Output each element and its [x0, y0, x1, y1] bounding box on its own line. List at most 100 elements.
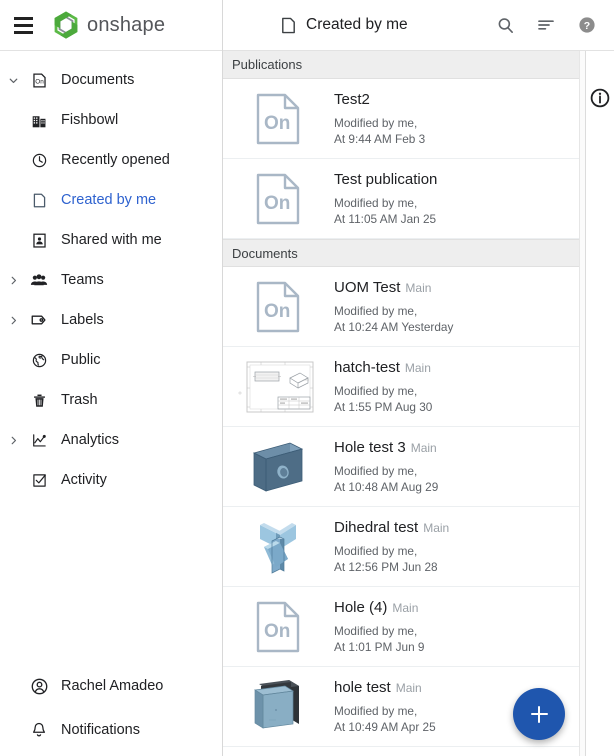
main-area: Created by me ? Publications On Test2 Mo… — [223, 0, 614, 756]
on-placeholder-icon: On — [256, 93, 300, 144]
row-modified-at: At 12:56 PM Jun 28 — [334, 559, 438, 574]
onshape-document-icon: On — [26, 72, 52, 89]
sidebar-item-label: Recently opened — [61, 152, 170, 168]
sort-filter-icon[interactable] — [535, 14, 557, 36]
chevron-down-icon[interactable] — [0, 74, 26, 87]
row-branch: Main — [392, 601, 419, 615]
row-meta: UOM Test Main Modified by me, At 10:24 AM… — [328, 278, 579, 335]
sidebar-item-label: Analytics — [61, 432, 120, 448]
info-circle-icon[interactable] — [589, 87, 611, 109]
page-title-label: Created by me — [306, 16, 408, 33]
create-new-button[interactable] — [513, 688, 565, 740]
svg-text:On: On — [264, 301, 290, 322]
row-branch: Main — [404, 361, 431, 375]
svg-text:On: On — [35, 78, 44, 85]
hamburger-menu-icon[interactable] — [8, 10, 38, 40]
sidebar-item-trash[interactable]: Trash — [0, 380, 222, 420]
table-row[interactable]: On Hole (4) Main Modified by me, At 1:01 … — [223, 587, 579, 667]
sidebar-item-label: Labels — [61, 312, 104, 328]
thumbnail — [228, 512, 328, 582]
document-page-icon — [26, 192, 52, 209]
table-row[interactable]: On Test publication Modified by me, At 1… — [223, 159, 579, 239]
search-icon[interactable] — [494, 14, 516, 36]
row-title: Hole test 3 Main — [334, 438, 579, 458]
chevron-right-icon[interactable] — [0, 314, 26, 327]
user-avatar-icon — [26, 677, 52, 696]
row-title-text: Hole test 3 — [334, 439, 406, 456]
sidebar-item-notifications[interactable]: Notifications — [0, 708, 222, 752]
details-rail — [585, 51, 614, 756]
top-bar-actions: ? — [494, 14, 614, 36]
dihedral-part-thumbnail — [260, 522, 296, 574]
table-row[interactable]: Dihedral test Main Modified by me, At 12:… — [223, 507, 579, 587]
table-row[interactable]: On Test2 Modified by me, At 9:44 AM Feb … — [223, 79, 579, 159]
row-title-text: Test publication — [334, 171, 438, 188]
checkbox-icon — [26, 472, 52, 489]
row-title-text: hole test — [334, 679, 391, 696]
row-modified-at: At 9:44 AM Feb 3 — [334, 131, 426, 146]
sidebar-item-label: Shared with me — [61, 232, 162, 248]
document-list[interactable]: Publications On Test2 Modified by me, At… — [223, 51, 580, 756]
row-title: hatch-test Main — [334, 358, 579, 378]
table-row[interactable]: Hole test 3 Main Modified by me, At 10:48… — [223, 427, 579, 507]
sidebar-item-shared-with-me[interactable]: Shared with me — [0, 220, 222, 260]
sidebar-item-public[interactable]: Public — [0, 340, 222, 380]
row-title-text: UOM Test — [334, 279, 401, 296]
svg-text:On: On — [264, 621, 290, 642]
thumbnail: On — [228, 84, 328, 154]
row-subtitle: Modified by me, At 10:24 AM Yesterday — [334, 304, 579, 335]
sidebar-item-recently-opened[interactable]: Recently opened — [0, 140, 222, 180]
row-meta: Hole test 3 Main Modified by me, At 10:48… — [328, 438, 579, 495]
chevron-right-icon[interactable] — [0, 434, 26, 447]
row-subtitle: Modified by me, At 10:48 AM Aug 29 — [334, 464, 579, 495]
help-icon[interactable]: ? — [576, 14, 598, 36]
content-area: Publications On Test2 Modified by me, At… — [223, 51, 614, 756]
row-title: Dihedral test Main — [334, 518, 579, 538]
sidebar-item-labels[interactable]: Labels — [0, 300, 222, 340]
sidebar-item-account[interactable]: Rachel Amadeo — [0, 664, 222, 708]
row-title: Test publication — [334, 170, 579, 190]
row-modified-by: Modified by me, — [334, 544, 418, 558]
table-row[interactable]: hatch-test Main Modified by me, At 1:55 P… — [223, 347, 579, 427]
people-group-icon — [26, 271, 52, 289]
row-branch: Main — [405, 281, 432, 295]
on-placeholder-icon: On — [256, 281, 300, 332]
brand-logo[interactable]: onshape — [52, 10, 165, 40]
sidebar-item-documents[interactable]: On Documents — [0, 60, 222, 100]
thumbnail — [228, 352, 328, 422]
row-meta: Hole (4) Main Modified by me, At 1:01 PM … — [328, 598, 579, 655]
row-subtitle: Modified by me, At 12:56 PM Jun 28 — [334, 544, 579, 575]
row-title: Hole (4) Main — [334, 598, 579, 618]
chevron-right-icon[interactable] — [0, 274, 26, 287]
sidebar-item-label: Documents — [61, 72, 135, 88]
row-title-text: Hole (4) — [334, 599, 388, 616]
section-header-documents: Documents — [223, 239, 579, 267]
sidebar-item-analytics[interactable]: Analytics — [0, 420, 222, 460]
label-tag-icon — [26, 311, 52, 329]
table-row[interactable]: On UOM Test Main Modified by me, At 10:24… — [223, 267, 579, 347]
row-modified-at: At 11:05 AM Jan 25 — [334, 211, 437, 226]
sidebar-nav: On Documents Fishbowl Recently opened Cr… — [0, 51, 222, 500]
account-name-label: Rachel Amadeo — [61, 678, 164, 694]
thumbnail — [228, 672, 328, 742]
row-modified-at: At 10:48 AM Aug 29 — [334, 479, 439, 494]
sidebar: onshape On Documents Fishbowl Recently o… — [0, 0, 223, 756]
row-modified-by: Modified by me, — [334, 304, 418, 318]
row-modified-at: At 10:24 AM Yesterday — [334, 319, 454, 334]
row-modified-by: Modified by me, — [334, 464, 418, 478]
sidebar-item-created-by-me[interactable]: Created by me — [0, 180, 222, 220]
analytics-chart-icon — [26, 432, 52, 449]
row-title: UOM Test Main — [334, 278, 579, 298]
row-modified-at: At 1:01 PM Jun 9 — [334, 639, 425, 654]
notifications-label: Notifications — [61, 722, 140, 738]
thumbnail: On — [228, 164, 328, 234]
sidebar-item-activity[interactable]: Activity — [0, 460, 222, 500]
sidebar-item-fishbowl[interactable]: Fishbowl — [0, 100, 222, 140]
row-branch: Main — [423, 521, 450, 535]
row-meta: hatch-test Main Modified by me, At 1:55 P… — [328, 358, 579, 415]
brand-name: onshape — [87, 13, 166, 36]
sidebar-item-label: Created by me — [61, 192, 157, 208]
sidebar-item-teams[interactable]: Teams — [0, 260, 222, 300]
top-bar: Created by me ? — [223, 0, 614, 51]
sidebar-item-label: Activity — [61, 472, 107, 488]
